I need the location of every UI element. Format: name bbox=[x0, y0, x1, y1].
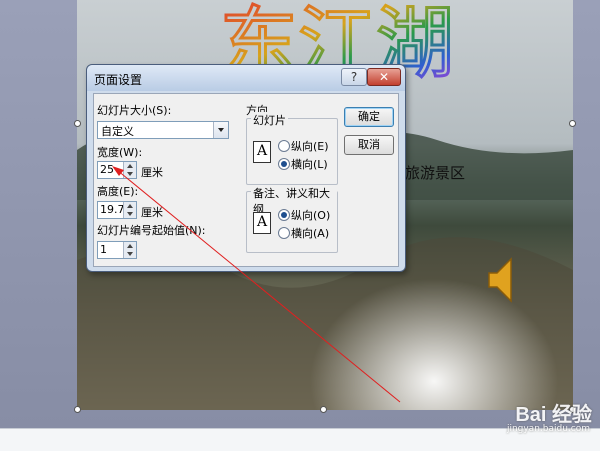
height-label: 高度(E): bbox=[97, 185, 139, 198]
ok-button[interactable]: 确定 bbox=[344, 107, 394, 127]
spinner-up-icon[interactable] bbox=[127, 244, 133, 248]
close-button[interactable]: ✕ bbox=[367, 68, 401, 86]
speaker-icon[interactable] bbox=[487, 255, 517, 305]
width-spinner[interactable] bbox=[123, 162, 136, 178]
help-button[interactable]: ? bbox=[341, 68, 367, 86]
slides-orientation-group: 幻灯片 A 纵向(E) 横向(L) bbox=[246, 112, 338, 185]
page-setup-dialog: 页面设置 ? ✕ 幻灯片大小(S): 自定义 宽度(W): 25 厘米 高度(E… bbox=[86, 64, 406, 272]
start-number-spinner[interactable] bbox=[123, 242, 136, 258]
spinner-down-icon[interactable] bbox=[127, 252, 133, 256]
spinner-up-icon[interactable] bbox=[127, 204, 133, 208]
selection-handle[interactable] bbox=[74, 120, 81, 127]
close-icon: ✕ bbox=[378, 70, 390, 84]
height-input[interactable]: 19.79 bbox=[97, 201, 137, 219]
start-number-label: 幻灯片编号起始值(N): bbox=[97, 224, 206, 237]
notes-landscape-label[interactable]: 横向(A) bbox=[291, 225, 329, 241]
help-icon: ? bbox=[350, 70, 358, 84]
dropdown-arrow-icon[interactable] bbox=[213, 122, 228, 138]
slides-landscape-label[interactable]: 横向(L) bbox=[291, 156, 328, 172]
selection-handle[interactable] bbox=[74, 406, 81, 413]
notes-landscape-radio[interactable] bbox=[278, 227, 290, 239]
dialog-title: 页面设置 bbox=[94, 73, 143, 87]
slides-portrait-radio[interactable] bbox=[278, 140, 290, 152]
spinner-up-icon[interactable] bbox=[127, 164, 133, 168]
watermark-url: jingyan.baidu.com bbox=[506, 424, 590, 434]
slide-size-dropdown[interactable]: 自定义 bbox=[97, 121, 229, 139]
width-unit: 厘米 bbox=[141, 166, 163, 179]
slides-portrait-label[interactable]: 纵向(E) bbox=[291, 138, 329, 154]
notes-portrait-radio[interactable] bbox=[278, 209, 290, 221]
notes-portrait-label[interactable]: 纵向(O) bbox=[291, 207, 330, 223]
slide-subtitle: 旅游景区 bbox=[405, 164, 466, 182]
slides-landscape-radio[interactable] bbox=[278, 158, 290, 170]
slide-size-label: 幻灯片大小(S): bbox=[97, 104, 172, 117]
slide-size-value: 自定义 bbox=[101, 125, 134, 138]
watermark-brand: Bai 经验 bbox=[515, 404, 592, 426]
start-number-input[interactable]: 1 bbox=[97, 241, 137, 259]
height-spinner[interactable] bbox=[123, 202, 136, 218]
spinner-down-icon[interactable] bbox=[127, 172, 133, 176]
height-unit: 厘米 bbox=[141, 206, 163, 219]
width-value: 25 bbox=[100, 163, 114, 176]
selection-handle[interactable] bbox=[320, 406, 327, 413]
dialog-titlebar[interactable]: 页面设置 ? ✕ bbox=[87, 65, 405, 91]
start-number-value: 1 bbox=[100, 243, 107, 256]
spinner-down-icon[interactable] bbox=[127, 212, 133, 216]
notes-orientation-group: 备注、讲义和大纲 A 纵向(O) 横向(A) bbox=[246, 185, 338, 253]
cancel-button[interactable]: 取消 bbox=[344, 135, 394, 155]
width-label: 宽度(W): bbox=[97, 146, 143, 159]
width-input[interactable]: 25 bbox=[97, 161, 137, 179]
portrait-page-icon: A bbox=[253, 212, 271, 234]
portrait-page-icon: A bbox=[253, 141, 271, 163]
selection-handle[interactable] bbox=[569, 120, 576, 127]
slides-group-title: 幻灯片 bbox=[251, 112, 288, 128]
dialog-body: 幻灯片大小(S): 自定义 宽度(W): 25 厘米 高度(E): 19.79 … bbox=[93, 93, 399, 267]
